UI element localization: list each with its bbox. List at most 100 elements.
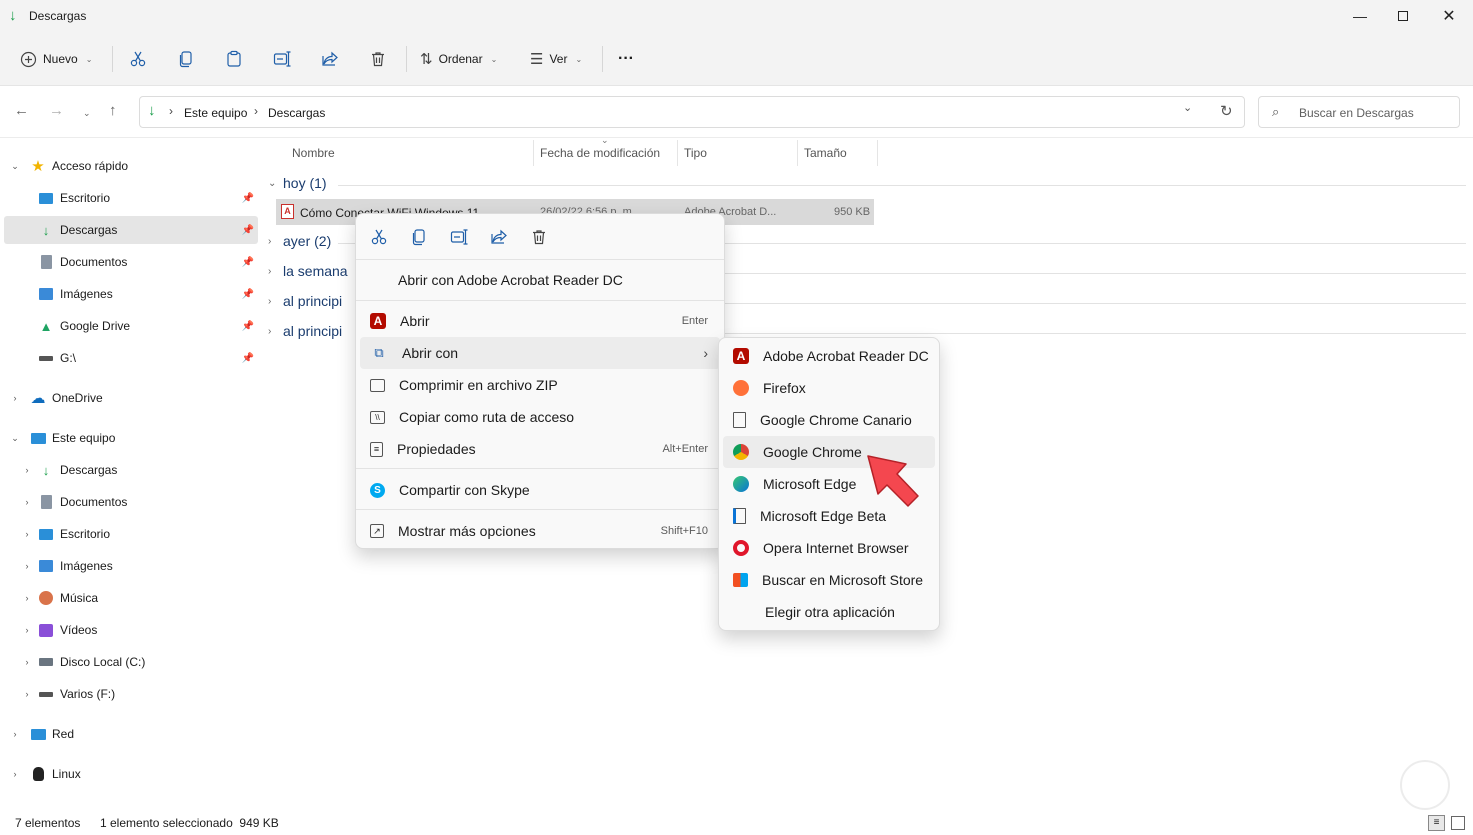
pin-icon[interactable]: 📌 bbox=[242, 257, 254, 268]
menu-open-with-acrobat[interactable]: Abrir con Adobe Acrobat Reader DC bbox=[360, 264, 720, 296]
pin-icon[interactable]: 📌 bbox=[242, 353, 254, 364]
column-divider[interactable] bbox=[677, 140, 678, 166]
nav-quick-descargas[interactable]: ↓ Descargas 📌 bbox=[4, 216, 258, 244]
rename-button[interactable] bbox=[273, 44, 291, 74]
address-bar[interactable]: ↓ › Este equipo › Descargas ⌄ ↻ bbox=[139, 96, 1245, 128]
shortcut-label: Alt+Enter bbox=[662, 443, 708, 455]
menu-copy-path[interactable]: \\ Copiar como ruta de acceso bbox=[360, 401, 720, 433]
nav-pc-descargas[interactable]: › ↓ Descargas bbox=[4, 456, 258, 484]
column-divider[interactable] bbox=[797, 140, 798, 166]
search-box[interactable]: ⌕ Buscar en Descargas bbox=[1258, 96, 1460, 128]
menu-open-with[interactable]: ⧉ Abrir con › bbox=[360, 337, 720, 369]
menu-label: Copiar como ruta de acceso bbox=[399, 409, 575, 425]
recent-button[interactable]: ⌄ bbox=[83, 108, 91, 119]
column-divider[interactable] bbox=[877, 140, 878, 166]
column-header-date[interactable]: Fecha de modificación bbox=[540, 146, 660, 160]
submenu-item-acrobat[interactable]: A Adobe Acrobat Reader DC bbox=[723, 340, 935, 372]
group-label: al principi bbox=[283, 293, 343, 309]
forward-button[interactable]: → bbox=[49, 102, 64, 119]
close-button[interactable]: ✕ bbox=[1426, 0, 1472, 32]
nav-pc-documentos[interactable]: › Documentos bbox=[4, 488, 258, 516]
submenu-item-store[interactable]: Buscar en Microsoft Store bbox=[723, 564, 935, 596]
column-header-type[interactable]: Tipo bbox=[684, 146, 707, 160]
nav-label: Imágenes bbox=[60, 287, 113, 301]
breadcrumb-item[interactable]: Descargas bbox=[268, 106, 325, 120]
menu-compress-zip[interactable]: Comprimir en archivo ZIP bbox=[360, 369, 720, 401]
copy-button[interactable] bbox=[408, 226, 430, 248]
nav-pc-disco-c[interactable]: › Disco Local (C:) bbox=[4, 648, 258, 676]
nav-pc-varios-f[interactable]: › Varios (F:) bbox=[4, 680, 258, 708]
pin-icon[interactable]: 📌 bbox=[242, 193, 254, 204]
share-button[interactable] bbox=[321, 44, 339, 74]
menu-open[interactable]: A Abrir Enter bbox=[360, 305, 720, 337]
copy-button[interactable] bbox=[177, 44, 195, 74]
nav-label: Escritorio bbox=[60, 527, 111, 541]
nav-pc-musica[interactable]: › Música bbox=[4, 584, 258, 612]
up-button[interactable]: ↑ bbox=[109, 102, 117, 119]
group-header[interactable]: › al principi bbox=[268, 323, 342, 339]
open-with-icon: ⧉ bbox=[374, 345, 384, 360]
nav-label: Documentos bbox=[60, 255, 128, 269]
nav-quick-documentos[interactable]: Documentos 📌 bbox=[4, 248, 258, 276]
menu-properties[interactable]: ≡ Propiedades Alt+Enter bbox=[360, 433, 720, 465]
sort-label: Ordenar bbox=[438, 52, 483, 66]
nav-linux[interactable]: › Linux bbox=[4, 760, 258, 788]
delete-button[interactable] bbox=[528, 226, 550, 248]
nav-network[interactable]: › Red bbox=[4, 720, 258, 748]
sort-button[interactable]: ⇅ Ordenar ⌄ bbox=[420, 44, 497, 74]
submenu-item-choose-app[interactable]: Elegir otra aplicación bbox=[723, 596, 935, 628]
paste-button[interactable] bbox=[225, 44, 243, 74]
view-button[interactable]: ☰ Ver ⌄ bbox=[530, 44, 582, 74]
group-header[interactable]: › ayer (2) bbox=[268, 233, 331, 249]
group-header[interactable]: › al principi bbox=[268, 293, 342, 309]
opera-icon bbox=[733, 540, 749, 556]
tiles-view-button[interactable] bbox=[1451, 816, 1465, 830]
column-header-name[interactable]: Nombre bbox=[292, 146, 335, 160]
submenu-item-chrome-canary[interactable]: Google Chrome Canario bbox=[723, 404, 935, 436]
submenu-item-firefox[interactable]: Firefox bbox=[723, 372, 935, 404]
group-header[interactable]: › la semana bbox=[268, 263, 348, 279]
pin-icon[interactable]: 📌 bbox=[242, 289, 254, 300]
nav-label: G:\ bbox=[60, 351, 77, 365]
trash-icon bbox=[533, 230, 545, 245]
delete-button[interactable] bbox=[369, 44, 387, 74]
share-button[interactable] bbox=[488, 226, 510, 248]
maximize-button[interactable] bbox=[1380, 0, 1426, 32]
menu-share-skype[interactable]: S Compartir con Skype bbox=[360, 474, 720, 506]
group-header[interactable]: ⌄ hoy (1) bbox=[268, 175, 327, 191]
nav-pc-videos[interactable]: › Vídeos bbox=[4, 616, 258, 644]
nav-quick-g-drive[interactable]: G:\ 📌 bbox=[4, 344, 258, 372]
address-dropdown[interactable]: ⌄ bbox=[1183, 101, 1192, 114]
column-divider[interactable] bbox=[533, 140, 534, 166]
breadcrumb-item[interactable]: Este equipo bbox=[184, 106, 247, 120]
nav-onedrive[interactable]: › ☁ OneDrive bbox=[4, 384, 258, 412]
column-header-size[interactable]: Tamaño bbox=[804, 146, 847, 160]
rename-button[interactable] bbox=[448, 226, 470, 248]
copy-icon bbox=[179, 51, 192, 68]
menu-label: Comprimir en archivo ZIP bbox=[399, 377, 558, 393]
details-view-button[interactable]: ≡ bbox=[1428, 815, 1445, 831]
cut-button[interactable] bbox=[368, 226, 390, 248]
nav-pc-imagenes[interactable]: › Imágenes bbox=[4, 552, 258, 580]
submenu-item-opera[interactable]: Opera Internet Browser bbox=[723, 532, 935, 564]
nav-pc-escritorio[interactable]: › Escritorio bbox=[4, 520, 258, 548]
minimize-button[interactable]: — bbox=[1337, 0, 1383, 32]
menu-more-options[interactable]: ↗ Mostrar más opciones Shift+F10 bbox=[360, 515, 720, 547]
chevron-down-icon: ⌄ bbox=[11, 160, 19, 171]
pin-icon[interactable]: 📌 bbox=[242, 225, 254, 236]
chevron-right-icon: › bbox=[268, 235, 272, 247]
more-options-button[interactable]: ··· bbox=[618, 44, 634, 74]
cut-button[interactable] bbox=[129, 44, 147, 74]
nav-quick-access[interactable]: ⌄ ★ Acceso rápido bbox=[4, 152, 258, 180]
refresh-button[interactable]: ↻ bbox=[1220, 102, 1233, 120]
shortcut-label: Enter bbox=[681, 315, 708, 327]
new-button[interactable]: Nuevo ⌄ bbox=[20, 44, 92, 74]
nav-quick-imagenes[interactable]: Imágenes 📌 bbox=[4, 280, 258, 308]
nav-quick-google-drive[interactable]: ▲ Google Drive 📌 bbox=[4, 312, 258, 340]
nav-quick-escritorio[interactable]: Escritorio 📌 bbox=[4, 184, 258, 212]
pin-icon[interactable]: 📌 bbox=[242, 321, 254, 332]
nav-this-pc[interactable]: ⌄ Este equipo bbox=[4, 424, 258, 452]
nav-label: Varios (F:) bbox=[60, 687, 116, 701]
back-button[interactable]: ← bbox=[14, 102, 29, 119]
nav-label: Descargas bbox=[60, 223, 118, 237]
